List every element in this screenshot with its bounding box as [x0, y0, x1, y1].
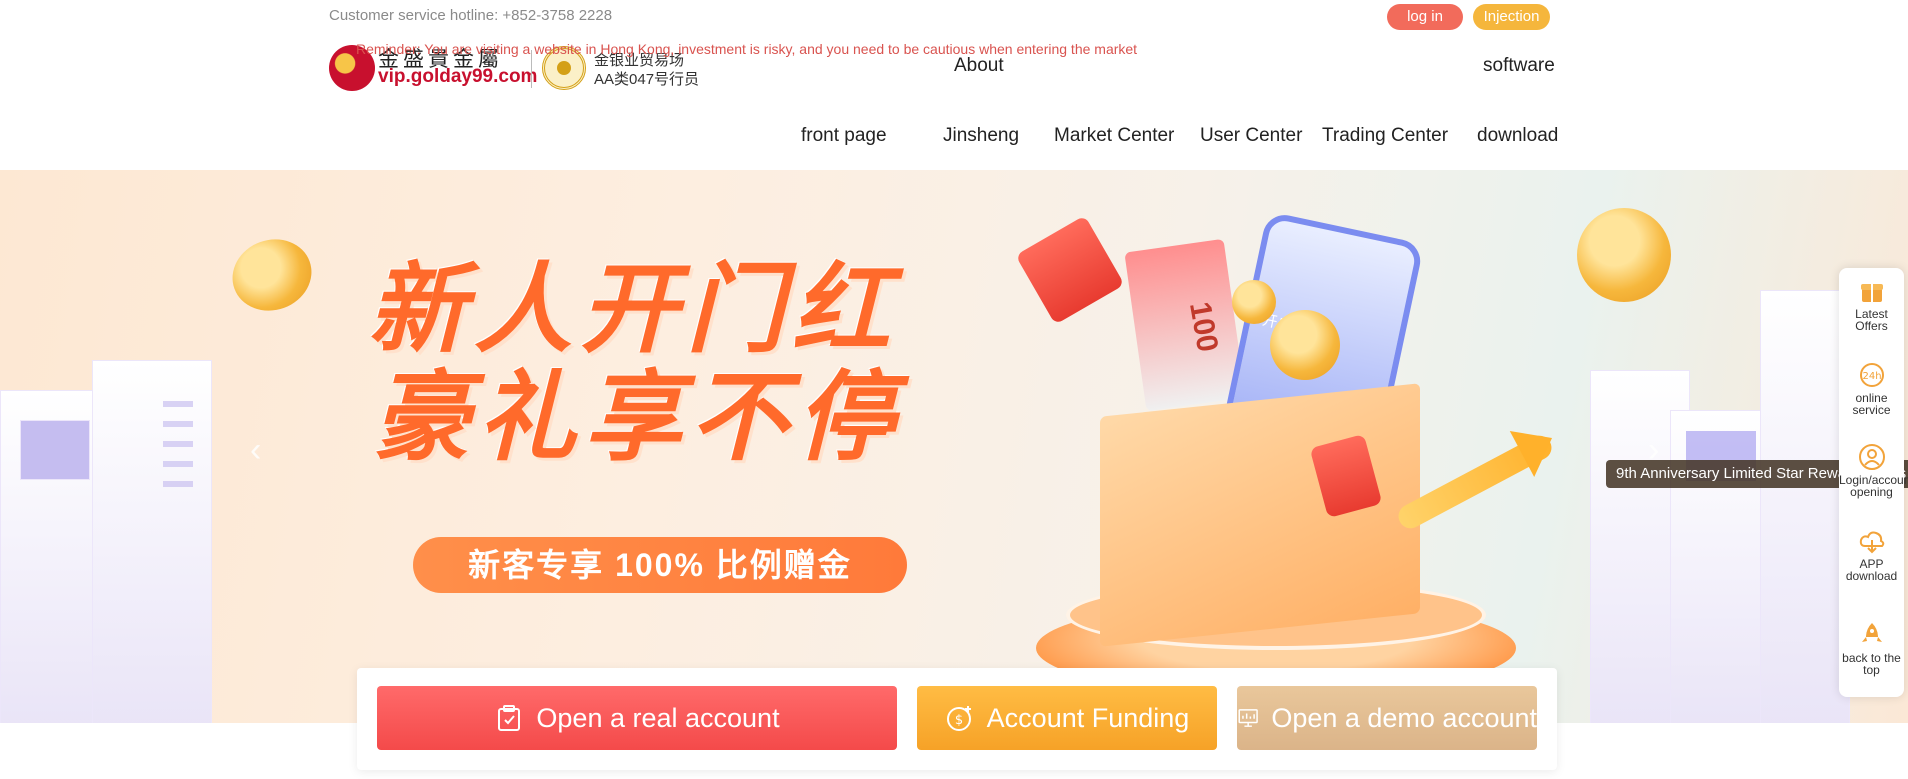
customer-hotline: Customer service hotline: +852-3758 2228 [329, 7, 613, 24]
building-decoration [1760, 290, 1850, 723]
sidebar-item-latest-offers[interactable]: Latest Offers [1839, 276, 1904, 332]
sidebar-label: online service [1852, 391, 1891, 417]
gold-coin-icon [1577, 208, 1671, 302]
gift-icon [1860, 284, 1883, 302]
logo-url: vip.golday99.com [378, 66, 538, 87]
risk-reminder: Reminder: You are visiting a website in … [356, 41, 1138, 57]
page: Customer service hotline: +852-3758 2228… [0, 0, 1908, 779]
cloud-download-icon [1859, 531, 1884, 554]
open-demo-account-button[interactable]: Open a demo account [1237, 686, 1537, 750]
building-window [20, 420, 90, 480]
slide-prev-icon[interactable]: ‹ [250, 430, 270, 470]
red-envelope-icon [1015, 215, 1125, 325]
yuan-coin-icon [1232, 280, 1276, 324]
floating-sidebar: Latest Offers 24h online service Login/a… [1839, 268, 1908, 697]
sidebar-label: back to the top [1842, 651, 1901, 677]
injection-button[interactable]: Injection [1473, 4, 1550, 30]
account-funding-label: Account Funding [986, 702, 1190, 733]
sidebar-item-login-account[interactable]: Login/account opening [1839, 442, 1908, 499]
promo-banner[interactable]: 新人开门红 豪礼享不停 新客专享 100% 比例赠金 100 开户成功! ‹ ›… [0, 170, 1908, 723]
nav-software[interactable]: software [1483, 55, 1555, 77]
header: Customer service hotline: +852-3758 2228… [0, 0, 1908, 170]
yuan-coin-icon [1270, 310, 1340, 380]
banner-headline-2: 豪礼享不停 [372, 361, 903, 475]
sidebar-label: Latest Offers [1855, 307, 1888, 333]
nav-user-center[interactable]: User Center [1200, 125, 1302, 147]
member-number: AA类047号行员 [594, 71, 700, 88]
banner-bonus-pill: 新客专享 100% 比例赠金 [413, 537, 907, 593]
sidebar-label: Login/account opening [1839, 473, 1908, 499]
clipboard-check-icon [498, 705, 521, 731]
nav-jinsheng[interactable]: Jinsheng [943, 125, 1019, 147]
sidebar-label: APP download [1845, 557, 1898, 583]
coin-plus-icon: $ [946, 706, 971, 731]
monitor-chart-icon [1238, 709, 1258, 727]
24h-service-icon: 24h [1859, 363, 1884, 387]
rocket-icon [1861, 623, 1882, 642]
nav-trading-center[interactable]: Trading Center [1322, 125, 1448, 147]
nav-front-page[interactable]: front page [801, 125, 887, 147]
building-decoration [1670, 410, 1770, 723]
open-demo-account-label: Open a demo account [1271, 702, 1537, 733]
svg-text:24h: 24h [1862, 371, 1881, 382]
open-real-account-button[interactable]: Open a real account [377, 686, 897, 750]
sidebar-item-back-to-top[interactable]: back to the top [1839, 620, 1904, 676]
login-button[interactable]: log in [1387, 4, 1463, 30]
gift-box-illustration [1100, 383, 1420, 647]
account-action-bar: Open a real account $ Account Funding Op… [357, 668, 1557, 770]
nav-market-center[interactable]: Market Center [1054, 125, 1174, 147]
sidebar-item-online-service[interactable]: 24h online service [1839, 360, 1904, 416]
nav-download[interactable]: download [1477, 125, 1558, 147]
sidebar-item-app-download[interactable]: APP download [1839, 526, 1904, 582]
svg-text:$: $ [955, 713, 963, 728]
user-icon [1858, 444, 1885, 470]
nav-about[interactable]: About [954, 55, 1004, 77]
open-real-account-label: Open a real account [536, 702, 780, 733]
building-decoration [92, 360, 212, 723]
account-funding-button[interactable]: $ Account Funding [917, 686, 1217, 750]
gold-coin-icon [222, 228, 322, 322]
